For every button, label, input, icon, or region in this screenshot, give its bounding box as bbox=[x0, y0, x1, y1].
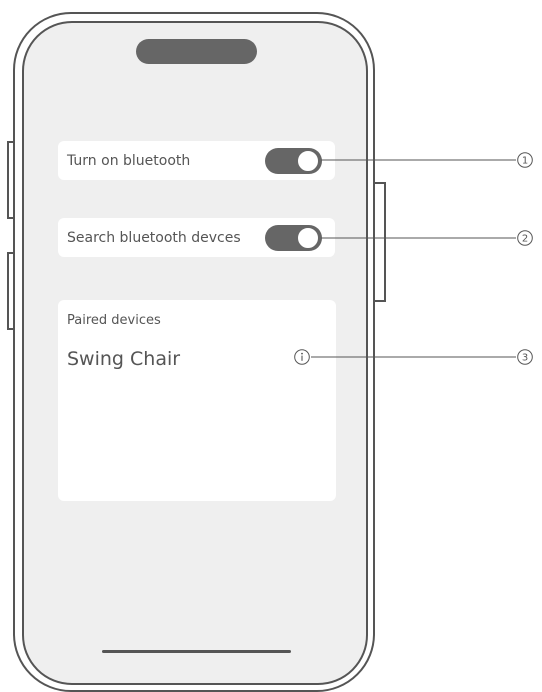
callout-3-number: 3 bbox=[522, 353, 528, 364]
callout-lines bbox=[311, 159, 516, 358]
callout-3: 3 bbox=[517, 349, 533, 365]
callout-2: 2 bbox=[517, 230, 533, 246]
callout-1-number: 1 bbox=[522, 156, 528, 167]
callout-2-number: 2 bbox=[522, 234, 528, 245]
callout-1: 1 bbox=[517, 152, 533, 168]
